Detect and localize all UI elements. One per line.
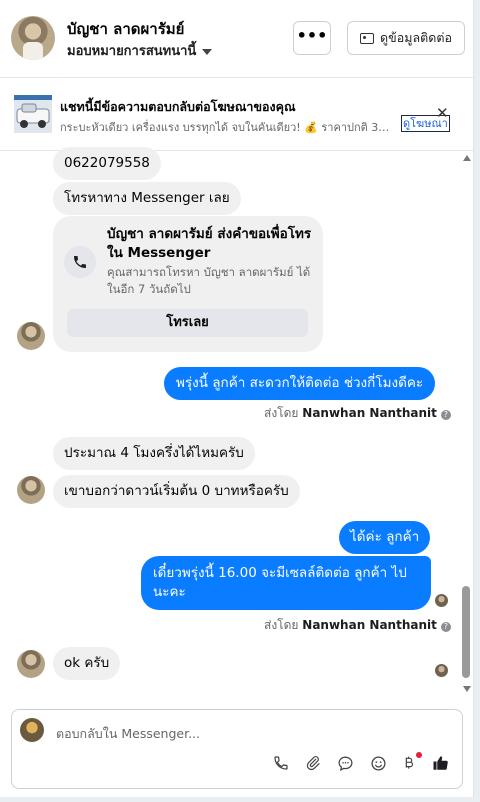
contact-avatar[interactable] — [11, 16, 55, 60]
call-request-title: บัญชา ลาดผารัมย์ ส่งคำขอเพื่อโทรใน Messe… — [107, 226, 312, 261]
sent-by-prefix: ส่งโดย — [264, 618, 299, 632]
sender-name: Nanwhan Nanthanit — [302, 618, 437, 632]
chat-bubble-icon[interactable] — [335, 753, 355, 773]
message-incoming: เขาบอกว่าดาวน์เริ่มต้น 0 บาทหรือครับ — [53, 475, 300, 508]
view-contact-label: ดูข้อมูลติดต่อ — [380, 30, 452, 45]
contact-avatar-small — [17, 476, 45, 504]
sent-by-label: ส่งโดย Nanwhan Nanthanit? — [264, 404, 451, 423]
reply-input-placeholder[interactable]: ตอบกลับใน Messenger... — [56, 724, 200, 744]
view-contact-button[interactable]: ดูข้อมูลติดต่อ — [347, 21, 465, 55]
contact-name[interactable]: บัญชา ลาดผารัมย์ — [67, 17, 184, 41]
seen-avatar — [435, 664, 448, 677]
contact-avatar-small — [17, 322, 45, 350]
assign-conversation-dropdown[interactable]: มอบหมายการสนทนานี้ — [67, 40, 213, 61]
sent-by-prefix: ส่งโดย — [264, 406, 299, 420]
emoji-icon[interactable] — [368, 753, 388, 773]
page-avatar — [20, 718, 44, 742]
phone-icon — [64, 246, 96, 278]
sent-by-label: ส่งโดย Nanwhan Nanthanit? — [264, 616, 451, 635]
reply-composer[interactable] — [11, 709, 463, 789]
message-outgoing: พรุ่งนี้ ลูกค้า สะดวกให้ติดต่อ ช่วงกี่โม… — [164, 367, 436, 400]
contact-card-icon — [360, 32, 375, 44]
seen-avatar — [435, 594, 448, 607]
info-icon[interactable]: ? — [440, 410, 451, 420]
notification-dot — [416, 752, 422, 758]
scroll-up-arrow-icon[interactable] — [463, 155, 471, 161]
ad-banner-subtitle: กระบะหัวเดียว เครื่องแรง บรรทุกได้ จบในค… — [60, 121, 396, 134]
message-incoming: โทรหาทาง Messenger เลย — [53, 182, 241, 215]
thumbs-up-icon[interactable] — [431, 753, 451, 773]
message-outgoing: เดี๋ยวพรุ่งนี้ 16.00 จะมีเซลล์ติดต่อ ลูก… — [141, 556, 431, 610]
message-incoming: ok ครับ — [53, 647, 121, 680]
chevron-down-icon — [202, 48, 213, 55]
contact-avatar-small — [17, 650, 45, 678]
sender-name: Nanwhan Nanthanit — [302, 406, 437, 420]
message-outgoing: ได้ค่ะ ลูกค้า — [339, 521, 431, 554]
scrollbar-thumb[interactable] — [462, 586, 470, 678]
message-incoming: ประมาณ 4 โมงครึ่งได้ไหมครับ — [53, 437, 255, 470]
message-incoming: 0622079558 — [53, 147, 161, 180]
attachment-icon[interactable] — [303, 753, 323, 773]
info-icon[interactable]: ? — [440, 622, 451, 632]
call-now-button[interactable]: โทรเลย — [67, 309, 308, 337]
ad-banner-title: แชทนี้มีข้อความตอบกลับต่อโฆษณาของคุณ — [60, 99, 296, 114]
phone-icon[interactable] — [271, 753, 291, 773]
close-icon[interactable]: ✕ — [436, 104, 449, 122]
ad-thumbnail — [14, 95, 52, 133]
scroll-down-arrow-icon[interactable] — [463, 686, 471, 692]
assign-label: มอบหมายการสนทนานี้ — [67, 44, 197, 59]
call-request-description: คุณสามารถโทรหา บัญชา ลาดผารัมย์ ได้ในอีก… — [107, 265, 311, 296]
more-options-button[interactable]: ••• — [293, 21, 331, 55]
